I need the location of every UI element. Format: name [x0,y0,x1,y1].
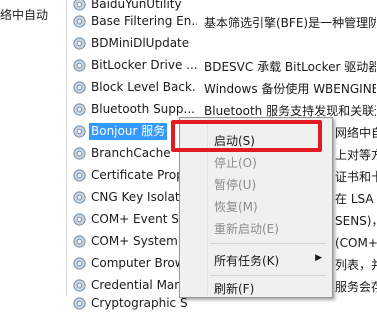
gear-icon [73,191,86,204]
service-description: 在 LSA 进 [335,192,377,206]
service-name: Bonjour 服务 [89,123,168,140]
gear-icon [73,103,86,116]
service-name: Block Level Back... [91,80,197,94]
gear-icon [73,81,86,94]
gear-icon [73,235,86,248]
menu-item-restart[interactable]: 重新启动(E) [182,216,328,238]
service-name: Cryptographic S [91,296,188,310]
service-description: 网络中自 [335,126,377,140]
menu-item-label: 所有任务(K) [214,254,280,268]
gear-icon [73,37,86,50]
service-row[interactable]: BitLocker Drive ... BDESVC 承载 BitLocker … [67,55,377,77]
service-name: BitLocker Drive ... [91,58,197,72]
menu-item-label: 恢复(M) [214,200,258,214]
gear-icon [73,213,86,226]
service-name: Bluetooth Supp... [91,102,195,116]
gear-icon [73,15,86,28]
gear-icon [73,279,86,292]
gear-icon [73,257,86,270]
gear-icon [73,297,86,310]
service-row[interactable]: Base Filtering En... 基本筛选引擎(BFE)是一种管理防 [67,11,377,33]
menu-item-label: 停止(O) [214,156,257,170]
service-description: (COM+) 的 [335,236,377,250]
service-description: BDESVC 承载 BitLocker 驱动器 [204,60,376,74]
gear-icon [73,169,86,182]
menu-separator [210,243,326,244]
menu-item-label: 重新启动(E) [214,222,279,236]
menu-item-resume[interactable]: 恢复(M) [182,194,328,216]
service-description: 上对等方 [335,148,377,162]
menu-item-label: 刷新(F) [214,282,255,296]
submenu-arrow-icon: ▶ [315,253,322,263]
service-row[interactable]: Block Level Back... Windows 备份使用 WBENGIN… [67,77,377,99]
menu-item-refresh[interactable]: 刷新(F) [182,276,328,298]
service-name: BaiduYunUtility [91,0,182,11]
left-pane-text: 络中自动 [0,8,49,22]
service-description: Windows 备份使用 WBENGINE [204,82,376,96]
menu-item-pause[interactable]: 暂停(U) [182,172,328,194]
menu-item-label: 暂停(U) [214,178,257,192]
highlight-annotation-box [171,120,322,152]
service-description: SENS)， [335,214,377,228]
service-description: 基本筛选引擎(BFE)是一种管理防 [204,16,376,30]
service-description: 列表，并 [335,258,377,272]
gear-icon [73,147,86,160]
menu-item-all-tasks[interactable]: 所有任务(K) ▶ [182,248,328,270]
service-description: 证书和卡复制 [335,170,377,184]
left-description-pane: 络中自动 [0,0,66,296]
service-row[interactable]: BDMiniDlUpdate [67,33,377,55]
menu-item-stop[interactable]: 停止(O) [182,150,328,172]
gear-icon [73,125,86,138]
gear-icon [73,59,86,72]
service-name: Base Filtering En... [91,14,197,28]
service-name: BDMiniDlUpdate [91,36,190,50]
